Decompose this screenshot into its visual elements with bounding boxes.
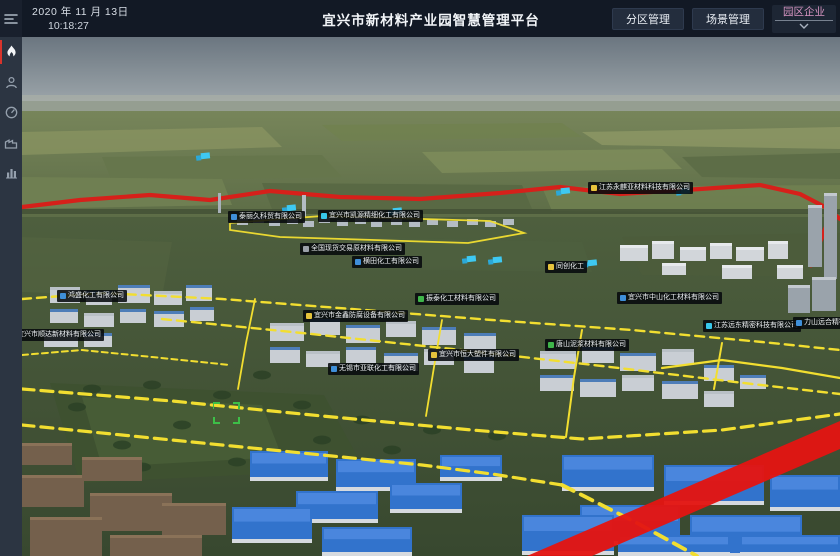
sidebar-item-monitor[interactable] <box>0 97 22 127</box>
company-label-text: 宜兴市中山化工材料有限公司 <box>628 294 719 302</box>
zone-management-button[interactable]: 分区管理 <box>612 8 684 30</box>
company-label[interactable]: 宜兴市中山化工材料有限公司 <box>617 292 722 304</box>
sidebar-item-fire[interactable] <box>0 37 22 67</box>
company-marker-icon <box>306 313 312 319</box>
company-marker-icon <box>303 246 309 252</box>
sidebar-item-personnel[interactable] <box>0 67 22 97</box>
company-marker-icon <box>331 366 337 372</box>
person-icon <box>5 76 18 89</box>
company-label-text: 泰丽久科贸有限公司 <box>239 213 302 221</box>
menu-button[interactable] <box>0 0 22 37</box>
company-marker-icon <box>591 185 597 191</box>
sidebar-item-enterprise[interactable] <box>0 127 22 157</box>
truck-marker-icon[interactable] <box>461 250 478 269</box>
company-label-text: 横田化工有限公司 <box>363 258 419 266</box>
company-label[interactable]: 江苏永麒亚材料科技有限公司 <box>588 182 693 194</box>
company-marker-icon <box>231 214 237 220</box>
header: 2020 年 11 月 13日 10:18:27 宜兴市新材料产业园智慧管理平台… <box>22 0 840 37</box>
company-label[interactable]: 宜兴市恒大塑件有限公司 <box>428 349 519 361</box>
company-label[interactable]: 横田化工有限公司 <box>352 256 422 268</box>
company-label[interactable]: 江苏远东精密科技有限公司 <box>703 320 801 332</box>
company-marker-icon <box>355 259 361 265</box>
company-marker-icon <box>796 320 802 326</box>
company-label[interactable]: 唐山泥浆材料有限公司 <box>545 339 629 351</box>
company-marker-icon <box>418 296 424 302</box>
menu-icon <box>4 13 18 25</box>
flame-icon <box>5 45 18 59</box>
company-marker-icon <box>431 352 437 358</box>
bar-chart-icon <box>5 166 18 179</box>
chevron-down-icon <box>799 23 809 29</box>
company-marker-icon <box>60 293 66 299</box>
company-label[interactable]: 力山远合精密科技有限公司 <box>793 317 840 329</box>
company-label-text: 宜兴市金鑫防腐设备有限公司 <box>314 312 405 320</box>
company-label-text: 宜兴市顺达新材料有限公司 <box>22 331 101 339</box>
company-label[interactable]: 宜兴市金鑫防腐设备有限公司 <box>303 310 408 322</box>
park-enterprise-dropdown[interactable]: 园区企业 <box>772 5 836 33</box>
app-root: 2020 年 11 月 13日 10:18:27 宜兴市新材料产业园智慧管理平台… <box>0 0 840 556</box>
company-label-text: 力山远合精密科技有限公司 <box>804 319 840 327</box>
truck-marker-icon[interactable] <box>195 147 212 166</box>
company-label-text: 鸿盛化工有限公司 <box>68 292 124 300</box>
scene-management-button[interactable]: 场景管理 <box>692 8 764 30</box>
company-label[interactable]: 泰丽久科贸有限公司 <box>228 211 305 223</box>
company-label-text: 江苏远东精密科技有限公司 <box>714 322 798 330</box>
sidebar <box>0 0 22 556</box>
dropdown-label: 园区企业 <box>772 5 836 20</box>
company-marker-icon <box>321 213 327 219</box>
company-label-text: 江苏永麒亚材料科技有限公司 <box>599 184 690 192</box>
company-label-text: 宜兴市恒大塑件有限公司 <box>439 351 516 359</box>
company-label[interactable]: 同创化工 <box>545 261 587 273</box>
map-viewport[interactable]: 泰丽久科贸有限公司 宜兴市凯源精细化工有限公司全国现货交易原材料有限公司横田化工有… <box>22 37 840 556</box>
company-label[interactable]: 宜兴市凯源精细化工有限公司 <box>318 210 423 222</box>
gauge-icon <box>5 106 18 119</box>
company-marker-icon <box>620 295 626 301</box>
company-marker-icon <box>548 342 554 348</box>
company-label[interactable]: 无锡市亚联化工有限公司 <box>328 363 419 375</box>
company-label[interactable]: 鸿盛化工有限公司 <box>57 290 127 302</box>
company-label-text: 无锡市亚联化工有限公司 <box>339 365 416 373</box>
company-label-text: 同创化工 <box>556 263 584 271</box>
company-label[interactable]: 宜兴市顺达新材料有限公司 <box>22 329 104 341</box>
company-label[interactable]: 全国现货交易原材料有限公司 <box>300 243 405 255</box>
company-marker-icon <box>548 264 554 270</box>
company-label[interactable]: 振泰化工材料有限公司 <box>415 293 499 305</box>
company-marker-icon <box>706 323 712 329</box>
factory-icon <box>4 136 18 149</box>
sidebar-item-statistics[interactable] <box>0 157 22 187</box>
header-actions: 分区管理 场景管理 园区企业 <box>612 0 836 37</box>
truck-marker-icon[interactable] <box>487 251 504 270</box>
company-label-text: 宜兴市凯源精细化工有限公司 <box>329 212 420 220</box>
dropdown-divider <box>775 20 833 21</box>
company-label-text: 全国现货交易原材料有限公司 <box>311 245 402 253</box>
company-label-text: 振泰化工材料有限公司 <box>426 295 496 303</box>
company-label-text: 唐山泥浆材料有限公司 <box>556 341 626 349</box>
truck-marker-icon[interactable] <box>555 182 572 201</box>
